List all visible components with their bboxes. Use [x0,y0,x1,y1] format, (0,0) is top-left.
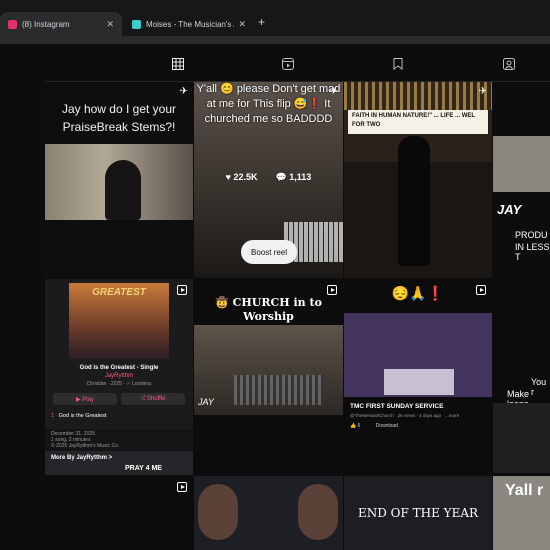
post-tile[interactable]: You r Make loops [493,279,550,475]
song-title: God is the Greatest - Single [79,365,159,371]
reel-icon [177,482,187,492]
tab-saved[interactable] [380,58,416,82]
post-tile[interactable]: Yall r [493,476,550,550]
apple-music-screen: GREATEST God is the Greatest - Single Ja… [45,279,193,449]
release-info: December 31, 2025 1 song, 2 minutes © 20… [51,431,120,449]
reel-overlay-text: Y'all 😊 please Don't get mad at me for T… [196,83,341,125]
pray-label: PRAY 4 ME [125,465,162,472]
post-caption: Yall r [505,482,544,499]
marquee-lights [344,82,492,110]
post-tile[interactable]: JAY PRODU IN LESS T [493,82,550,278]
tab-title: (8) Instagram [22,19,70,29]
person-figure [105,160,141,220]
post-tile[interactable] [194,476,343,550]
boost-reel-button[interactable]: Boost reel [241,240,297,264]
brand-logo: JAY [497,202,522,217]
church-video-frame [344,313,492,397]
post-tile[interactable]: END OF THE YEAR [344,476,492,550]
track-number: 1 [51,413,55,419]
post-tile[interactable]: Jay how do I get your PraiseBreak Stems?… [45,82,193,278]
mixing-console [234,375,324,405]
face-photo [298,484,338,540]
video-channel: @TheMessiahChurch · 26 views · 4 days ag… [350,413,460,418]
post-caption: 😔🙏❗ [391,285,445,301]
face-photo [198,484,238,540]
song-meta: Christian · 2025 · ✓ Lossless [86,381,152,387]
profile-tabs [160,58,550,82]
video-actions: 👍 6 Download [350,423,398,429]
post-caption: Jay how do I get your PraiseBreak Stems?… [61,102,177,134]
studio-photo [194,325,343,415]
tab-moises[interactable]: Moises - The Musician's App ✕ [124,12,254,36]
close-tab-icon[interactable]: ✕ [238,19,246,30]
instagram-profile-page: Jay how do I get your PraiseBreak Stems?… [0,44,550,550]
moises-favicon-icon [132,19,141,29]
settings-screenshot [493,403,550,473]
tab-posts[interactable] [160,58,196,82]
track-row: 1 God is the Greatest [51,413,187,419]
post-caption: IN LESS T [515,242,550,262]
tab-reels[interactable] [270,58,306,82]
post-photo [493,136,550,192]
thumbs-up-icon[interactable]: 👍 [350,423,356,429]
artist-name: JayRytthm [104,373,134,379]
pin-icon: ✈ [179,86,188,97]
reel-icon [327,285,337,295]
post-tile[interactable] [45,476,193,550]
post-tile[interactable]: 🤠 CHURCH in to Worship JAY [194,279,343,475]
marquee-sign: FAITH IN HUMAN NATURE!" ... LIFE ... WEL… [348,110,488,134]
altar [384,369,454,395]
post-tile[interactable]: FAITH IN HUMAN NATURE!" ... LIFE ... WEL… [344,82,492,278]
pin-icon: ✈ [478,86,487,97]
instagram-favicon-icon [8,19,17,29]
post-photo [45,144,193,220]
new-tab-button[interactable]: + [258,15,265,29]
likes-count: ♥ 22.5K [225,172,258,182]
album-art-title: GREATEST [92,287,146,298]
reel-icon [476,285,486,295]
reel-stats: ♥ 22.5K 💬 1,113 [194,172,343,183]
reels-icon [282,58,294,70]
post-caption: 🤠 CHURCH in to Worship [215,296,322,323]
video-title: TMC FIRST SUNDAY SERVICE [350,403,444,410]
reel-icon [177,285,187,295]
post-tile[interactable]: 😔🙏❗ TMC FIRST SUNDAY SERVICE @TheMessiah… [344,279,492,475]
posts-grid: Jay how do I get your PraiseBreak Stems?… [45,82,550,550]
browser-chrome: (8) Instagram ✕ Moises - The Musician's … [0,0,550,44]
address-bar[interactable] [0,36,550,44]
shuffle-button[interactable]: ⤮ Shuffle [121,393,185,405]
more-by-link[interactable]: More By JayRytthm > [51,455,112,461]
tab-strip: (8) Instagram ✕ Moises - The Musician's … [0,10,550,36]
post-caption: PRODU [515,230,548,240]
watermark-logo: JAY [198,397,214,407]
tab-instagram[interactable]: (8) Instagram ✕ [0,12,122,36]
close-tab-icon[interactable]: ✕ [106,19,114,30]
post-tile[interactable]: GREATEST God is the Greatest - Single Ja… [45,279,193,475]
bookmark-icon [393,58,403,70]
comments-count: 💬 1,113 [275,172,312,182]
download-button[interactable]: Download [376,423,398,429]
tab-title: Moises - The Musician's App [146,19,234,29]
like-count: 6 [357,423,361,429]
track-title: God is the Greatest [58,413,107,419]
play-button[interactable]: ▶ Play [53,393,117,405]
event-headline: END OF THE YEAR [357,506,479,520]
post-tile[interactable]: Y'all 😊 please Don't get mad at me for T… [194,82,343,278]
pin-icon: ✈ [329,86,338,97]
tab-tagged[interactable] [491,58,527,82]
tagged-icon [503,58,515,70]
performer-figure [398,136,430,266]
grid-icon [172,58,184,70]
